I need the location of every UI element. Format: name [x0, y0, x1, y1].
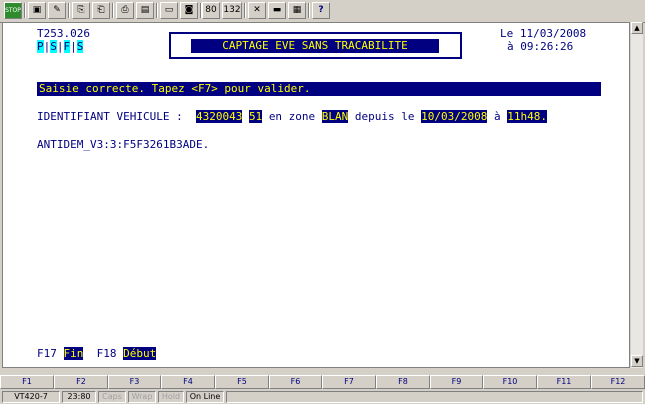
vehicle-line: IDENTIFIANT VEHICULE : 4320043 51 en zon… [37, 110, 548, 123]
zone-label: en zone [268, 110, 316, 123]
scroll-down-icon[interactable]: ▼ [631, 355, 643, 367]
zone-field[interactable]: BLAN [321, 110, 349, 123]
f18-label: F18 [96, 347, 117, 360]
fkey-f3[interactable]: F3 [108, 375, 161, 389]
fkey-f11[interactable]: F11 [537, 375, 591, 389]
fkey-f9[interactable]: F9 [430, 375, 483, 389]
fkey-f5[interactable]: F5 [215, 375, 269, 389]
fkey-f6[interactable]: F6 [269, 375, 322, 389]
scroll-up-icon[interactable]: ▲ [631, 22, 643, 34]
date-label: Le [500, 27, 514, 40]
status-spacer [226, 391, 643, 403]
fkey-f12[interactable]: F12 [591, 375, 645, 389]
hold-indicator: Hold [158, 391, 184, 403]
terminal-screen[interactable]: T253.026 P|S|F|S CAPTAGE EVE SANS TRACAB… [2, 22, 630, 368]
since-label: depuis le [354, 110, 415, 123]
online-indicator: On Line [186, 391, 224, 403]
camera-icon[interactable]: ◙ [180, 2, 198, 19]
toolbar-separator [156, 3, 158, 18]
toolbar-separator [24, 3, 26, 18]
vehicle-id-field[interactable]: 4320043 [195, 110, 243, 123]
stop-icon[interactable]: STOP [4, 2, 22, 19]
computer-icon[interactable]: ▣ [28, 2, 46, 19]
psfs-s2: S [76, 40, 84, 53]
terminal-type: VT420-7 [2, 391, 60, 403]
print-icon[interactable]: ⎙ [116, 2, 134, 19]
vehicle-num-field[interactable]: 51 [248, 110, 263, 123]
since-date-field[interactable]: 10/03/2008 [421, 110, 488, 123]
fkey-f8[interactable]: F8 [376, 375, 430, 389]
toolbar-separator [308, 3, 310, 18]
at-label: à [494, 110, 501, 123]
time-value: 09:26:26 [520, 40, 574, 53]
status-message: Saisie correcte. Tapez <F7> pour valider… [39, 82, 311, 95]
fkey-f1[interactable]: F1 [0, 375, 54, 389]
keyboard-icon[interactable]: ▬ [268, 2, 286, 19]
function-key-bar: F1 F2 F3 F4 F5 F6 F7 F8 F9 F10 F11 F12 [0, 375, 645, 389]
psfs-s: S [50, 40, 57, 53]
cols-80-button[interactable]: 80 [202, 2, 220, 19]
paste-icon[interactable]: ⎗ [92, 2, 110, 19]
vertical-scrollbar[interactable]: ▲ ▼ [630, 22, 643, 368]
since-time-field[interactable]: 11h48. [507, 110, 548, 123]
caps-indicator: Caps [98, 391, 126, 403]
toolbar-separator [112, 3, 114, 18]
f18-debut-button[interactable]: Début [123, 347, 157, 360]
screen-icon[interactable]: ▭ [160, 2, 178, 19]
toolbar-separator [244, 3, 246, 18]
grid-icon[interactable]: ▦ [288, 2, 306, 19]
settings-icon[interactable]: ✕ [248, 2, 266, 19]
f17-label: F17 [37, 347, 57, 360]
vehicle-label: IDENTIFIANT VEHICULE : [37, 110, 183, 123]
copy-icon[interactable]: ⎘ [72, 2, 90, 19]
fkey-f7[interactable]: F7 [322, 375, 376, 389]
cursor-position: 23:80 [62, 391, 96, 403]
psfs-indicators: P|S|F|S [37, 40, 84, 53]
psfs-p: P [37, 40, 44, 53]
print-screen-icon[interactable]: ▤ [136, 2, 154, 19]
f17-fin-button[interactable]: Fin [63, 347, 84, 360]
time-line: à 09:26:26 [507, 40, 573, 53]
help-icon[interactable]: ? [312, 2, 330, 19]
fkey-f4[interactable]: F4 [161, 375, 215, 389]
transaction-code: T253.026 [37, 27, 90, 40]
date-value: 11/03/2008 [519, 27, 587, 40]
tools-icon[interactable]: ✎ [48, 2, 66, 19]
toolbar: STOP ▣ ✎ ⎘ ⎗ ⎙ ▤ ▭ ◙ 80 132 ✕ ▬ ▦ ? [0, 0, 645, 23]
page-title: CAPTAGE EVE SANS TRACABILITE [191, 39, 439, 53]
fkey-f10[interactable]: F10 [483, 375, 537, 389]
antidem-line: ANTIDEM_V3:3:F5F3261B3ADE. [37, 138, 210, 151]
date-line: Le 11/03/2008 [500, 27, 586, 40]
time-label: à [507, 40, 514, 53]
status-bar: VT420-7 23:80 Caps Wrap Hold On Line [0, 390, 645, 404]
cols-132-button[interactable]: 132 [222, 2, 242, 19]
wrap-indicator: Wrap [128, 391, 156, 403]
toolbar-separator [68, 3, 70, 18]
psfs-f: F [63, 40, 71, 53]
function-keys-line: F17 Fin F18 Début [37, 347, 157, 360]
fkey-f2[interactable]: F2 [54, 375, 108, 389]
